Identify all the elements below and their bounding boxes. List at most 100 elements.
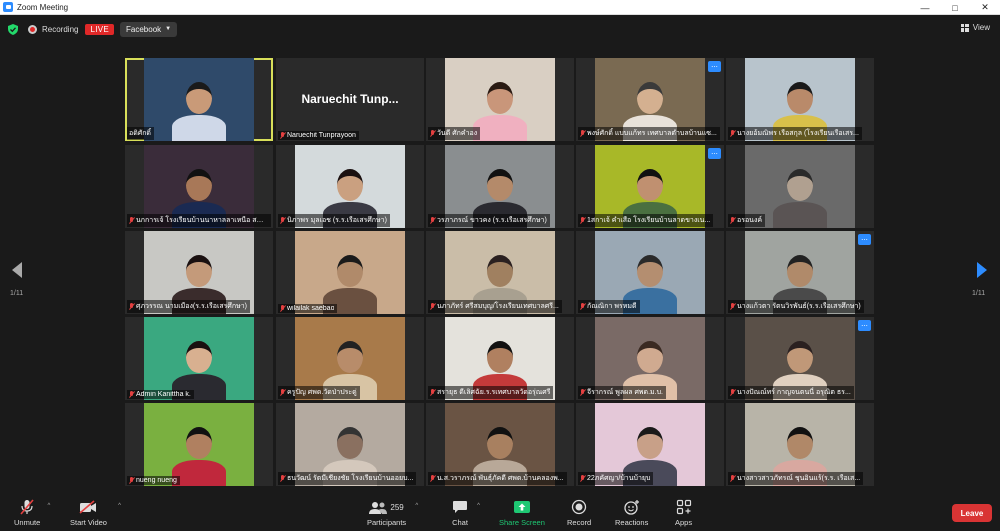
microphone-muted-icon (580, 475, 585, 482)
participant-name: นิภาพร มุลเอช (ร.ร.เรือเสรศึกษา) (287, 217, 387, 224)
reactions-label: Reactions (615, 518, 649, 527)
participant-name: สรายุธ ดีเลิศฉัย.ร.รเทศบาลวัดอรุ่ณศรี (437, 389, 551, 396)
shield-icon[interactable] (8, 23, 18, 35)
apps-button[interactable]: Apps (675, 498, 692, 527)
record-button[interactable]: Record (567, 498, 591, 527)
unmute-button[interactable]: Unmute ^ (14, 498, 50, 527)
participant-name-label: ครูปัญ ศพด.วัดป่าประดู่ (278, 386, 360, 399)
microphone-muted-icon (129, 477, 134, 484)
participants-button[interactable]: 259 Participants ^ (367, 498, 418, 527)
participant-video-tile[interactable]: นกการเจ้ โรงเรียนบ้านนาหาลลาเหนือ สพป... (125, 145, 273, 228)
participant-video-tile[interactable]: อรอนงค์ (726, 145, 874, 228)
previous-page-arrow-icon[interactable] (12, 262, 22, 278)
leave-button[interactable]: Leave (952, 504, 992, 522)
caret-up-icon[interactable]: ^ (118, 503, 121, 509)
participant-name: วรภาภรณ์ ขาวคง (ร.ร.เรือเสรศึกษา) (437, 217, 547, 224)
chat-button[interactable]: Chat ^ (452, 498, 480, 527)
participant-face (487, 255, 513, 287)
participant-video-tile[interactable]: ธนวัฒน์ รัตมีเชียงชัย โรงเรียนบ้านออยบ..… (276, 403, 424, 486)
participant-name-label: ศุภวรรณ นามเมือง(ร.ร.เรือเสรศึกษา) (127, 300, 250, 313)
video-off-icon (79, 500, 97, 514)
microphone-muted-icon (129, 391, 134, 398)
live-badge: LIVE (85, 23, 115, 35)
zoom-app-icon (3, 2, 13, 12)
participant-video-tile[interactable]: ... นางปัณณ์ทร์ กาญจนตนนี่ อรุณิต ธร... (726, 317, 874, 400)
microphone-muted-icon (580, 303, 585, 310)
view-button[interactable]: View (960, 23, 990, 32)
participant-name: วันดี ศักคำอง (437, 130, 478, 137)
participant-name-label: กัณณิกา พรหมดี (578, 300, 640, 313)
participant-video-tile[interactable]: นางสาวสาวภัทรณ์ ชุนอินแร้(ร.ร. เรือเส... (726, 403, 874, 486)
participant-video-tile[interactable]: ... พงษ์ศักดิ์ แบบแก้ทร เทศบาลตำบลบ้านแซ.… (576, 58, 724, 141)
participant-face (186, 82, 212, 114)
caret-up-icon[interactable]: ^ (47, 503, 50, 509)
participant-video-tile[interactable]: นภาภัทร์ ศรีสมบุญ/โรงเรียนเทศบาลศรี... (426, 231, 574, 314)
reactions-button[interactable]: Reactions (615, 498, 648, 527)
participant-video-tile[interactable]: Admin Kanittha k. (125, 317, 273, 400)
more-options-icon[interactable]: ... (708, 61, 721, 72)
participant-video-tile[interactable]: กัณณิกา พรหมดี (576, 231, 724, 314)
participant-name-label: นางปัณณ์ทร์ กาญจนตนนี่ อรุณิต ธร... (728, 386, 854, 399)
participant-video-tile[interactable]: ... นางแก้วตา รัตนวิรพันธ์(ร.ร.เรือเสรศึก… (726, 231, 874, 314)
participant-face (337, 341, 363, 373)
maximize-icon[interactable]: □ (940, 0, 970, 15)
microphone-muted-icon (430, 217, 435, 224)
participant-face (637, 427, 663, 459)
participant-name: นางสาวสาวภัทรณ์ ชุนอินแร้(ร.ร. เรือเส... (737, 475, 861, 482)
participant-video-tile[interactable]: น.ส.วราภรณ์ พันธุ์ภัคดี ศพด.บ้านคลองพ... (426, 403, 574, 486)
participant-name-label: นางแก้วตา รัตนวิรพันธ์(ร.ร.เรือเสรศึกษา) (728, 300, 864, 313)
start-video-button[interactable]: Start Video ^ (70, 498, 121, 527)
participant-face (487, 169, 513, 201)
participant-video-tile[interactable]: Naruechit Tunp... Naruechit Tunprayoon (276, 58, 424, 141)
participant-name-label: ธนวัฒน์ รัตมีเชียงชัย โรงเรียนบ้านออยบ..… (278, 472, 417, 485)
stream-target-dropdown[interactable]: Facebook ▼ (120, 21, 178, 37)
participant-name: พงษ์ศักดิ์ แบบแก้ทร เทศบาลตำบลบ้านแซ... (587, 130, 717, 137)
participant-video-tile[interactable]: ... 1สกาเจ้ คำเสือ โรงเรียนบ้านลาดขางเน..… (576, 145, 724, 228)
participant-video-tile[interactable]: นางยอ้มณิพร เรือสกุล (โรงเรียนเรือเสร... (726, 58, 874, 141)
close-icon[interactable]: ✕ (970, 0, 1000, 15)
participant-video-tile[interactable]: สรายุธ ดีเลิศฉัย.ร.รเทศบาลวัดอรุ่ณศรี (426, 317, 574, 400)
share-screen-button[interactable]: Share Screen (499, 498, 545, 527)
participant-face (487, 341, 513, 373)
microphone-muted-icon (580, 217, 585, 224)
participant-video-tile[interactable]: วรภาภรณ์ ขาวคง (ร.ร.เรือเสรศึกษา) (426, 145, 574, 228)
more-options-icon[interactable]: ... (708, 148, 721, 159)
participant-video-tile[interactable]: ศุภวรรณ นามเมือง(ร.ร.เรือเสรศึกษา) (125, 231, 273, 314)
participant-face (637, 341, 663, 373)
video-gallery: อดิศักดิ์ Naruechit Tunp... Naruechit Tunp… (125, 58, 874, 486)
view-label: View (972, 23, 990, 32)
participant-name: จีรากรณ์ พูลผล ศพด.ม.บ. (587, 389, 663, 396)
more-options-icon[interactable]: ... (858, 234, 871, 245)
start-video-label: Start Video (70, 518, 107, 527)
page-indicator-right: 1/11 (972, 290, 986, 297)
participant-face (787, 82, 813, 114)
unmute-label: Unmute (14, 518, 41, 527)
participant-video-tile[interactable]: ครูปัญ ศพด.วัดป่าประดู่ (276, 317, 424, 400)
participant-video-tile[interactable]: 22ภคัศญา/บ้านบ้ายุบ (576, 403, 724, 486)
participant-video-tile[interactable]: nueng nueng (125, 403, 273, 486)
participant-face (637, 255, 663, 287)
more-options-icon[interactable]: ... (858, 320, 871, 331)
participant-name-label: 1สกาเจ้ คำเสือ โรงเรียนบ้านลาดขางเน... (578, 214, 714, 227)
next-page-arrow-icon[interactable] (977, 262, 987, 278)
participant-name: ศุภวรรณ นามเมือง(ร.ร.เรือเสรศึกษา) (136, 303, 247, 310)
participant-video-tile[interactable]: อดิศักดิ์ (125, 58, 273, 141)
participant-video-tile[interactable]: วันดี ศักคำอง (426, 58, 574, 141)
participant-name-label: อดิศักดิ์ (127, 127, 154, 140)
participant-name: ธนวัฒน์ รัตมีเชียงชัย โรงเรียนบ้านออยบ..… (287, 475, 414, 482)
caret-up-icon[interactable]: ^ (477, 503, 480, 509)
microphone-muted-icon (730, 475, 735, 482)
participant-face (186, 341, 212, 373)
participant-face (337, 427, 363, 459)
participant-face (337, 255, 363, 287)
participant-face (487, 427, 513, 459)
apps-icon (676, 499, 691, 515)
chat-label: Chat (452, 518, 468, 527)
reactions-smiley-icon (624, 500, 639, 515)
caret-up-icon[interactable]: ^ (415, 503, 418, 509)
participant-name-label: wilailak saebao (278, 304, 338, 313)
participant-video-tile[interactable]: นิภาพร มุลเอช (ร.ร.เรือเสรศึกษา) (276, 145, 424, 228)
participant-video-tile[interactable]: wilailak saebao (276, 231, 424, 314)
minimize-icon[interactable]: — (910, 0, 940, 15)
participant-video-tile[interactable]: จีรากรณ์ พูลผล ศพด.ม.บ. (576, 317, 724, 400)
